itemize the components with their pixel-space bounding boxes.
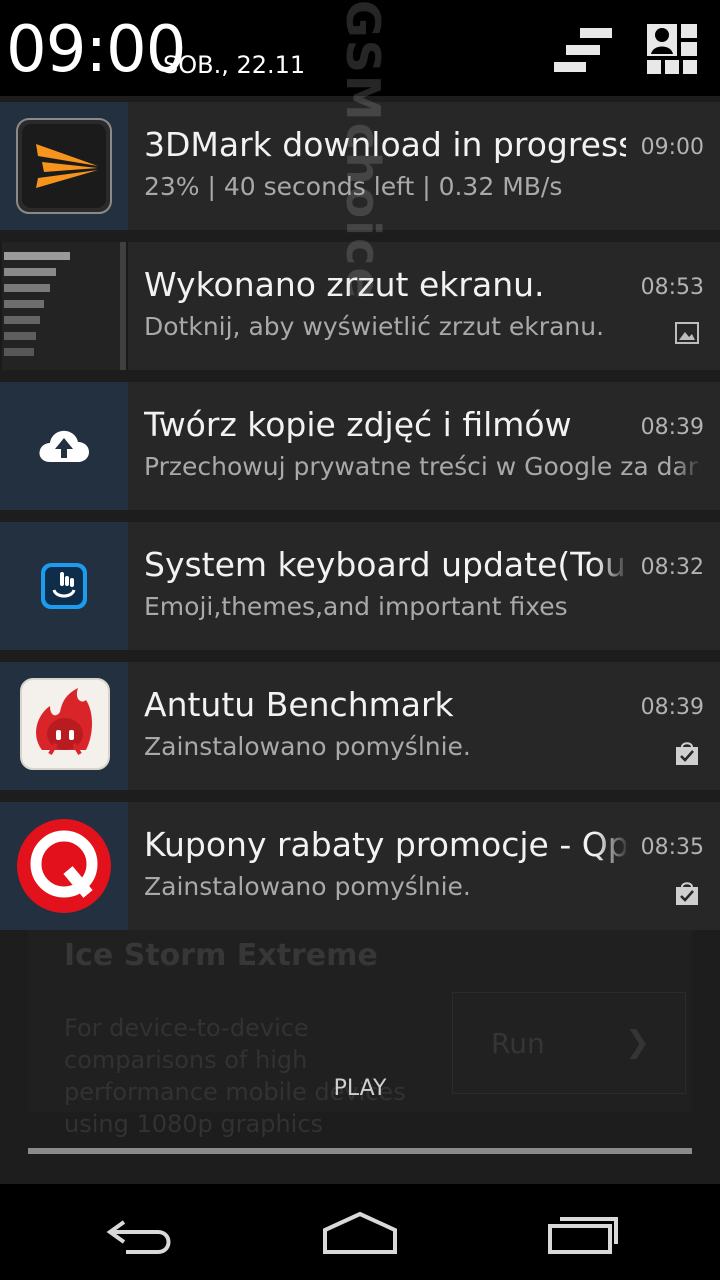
status-header: 09:00 SOB., 22.11: [0, 0, 720, 96]
background-run-label: Run: [491, 1027, 545, 1060]
notification-qpony[interactable]: Kupony rabaty promocje - Qpony Zainstalo…: [0, 802, 720, 930]
notification-keyboard-update[interactable]: System keyboard update(TouchPal) Emoji,t…: [0, 522, 720, 650]
notification-time: 08:53: [640, 275, 704, 300]
chevron-right-icon: ❯: [625, 1025, 651, 1060]
antutu-app-icon: [20, 678, 110, 774]
recent-apps-icon[interactable]: [528, 1206, 638, 1262]
quick-settings-grid-icon[interactable]: [645, 22, 705, 78]
notification-text: Zainstalowano pomyślnie.: [144, 872, 471, 901]
notification-text: Dotknij, aby wyświetlić zrzut ekranu.: [144, 312, 605, 341]
notification-title: Kupony rabaty promocje - Qpony: [144, 825, 626, 864]
notification-icon-area: [0, 802, 128, 930]
notification-icon-area: [0, 382, 128, 510]
notification-text: Zainstalowano pomyślnie.: [144, 732, 471, 761]
back-icon[interactable]: [92, 1206, 202, 1262]
touchpal-keyboard-icon: [40, 562, 88, 614]
text-fade: [674, 446, 704, 490]
clock: 09:00: [6, 13, 186, 87]
quick-settings-icon[interactable]: [552, 22, 612, 78]
title-fade: [596, 820, 630, 872]
notification-3dmark[interactable]: 3DMark download in progress 23% | 40 sec…: [0, 102, 720, 230]
notification-photo-backup[interactable]: Twórz kopie zdjęć i filmów Przechowuj pr…: [0, 382, 720, 510]
notification-time: 08:39: [640, 695, 704, 720]
notification-time: 08:32: [640, 555, 704, 580]
notification-title: Antutu Benchmark: [144, 685, 454, 724]
notification-time: 08:35: [640, 835, 704, 860]
background-test-title: Ice Storm Extreme: [64, 938, 378, 973]
title-fade: [596, 540, 630, 592]
notification-title: System keyboard update(TouchPal): [144, 545, 626, 584]
image-icon: [674, 320, 700, 346]
cloud-upload-icon: [38, 428, 90, 468]
notification-icon-area: [0, 522, 128, 650]
notification-title: Wykonano zrzut ekranu.: [144, 265, 545, 304]
navigation-bar: [0, 1184, 720, 1280]
notification-screenshot[interactable]: Wykonano zrzut ekranu. Dotknij, aby wyśw…: [0, 242, 720, 370]
shade-drag-handle[interactable]: [28, 1148, 692, 1154]
play-store-bag-icon: [674, 740, 700, 766]
notification-antutu[interactable]: Antutu Benchmark Zainstalowano pomyślnie…: [0, 662, 720, 790]
notification-list: 3DMark download in progress 23% | 40 sec…: [0, 102, 720, 942]
play-store-bag-icon: [674, 880, 700, 906]
date: SOB., 22.11: [163, 51, 306, 79]
notification-title: 3DMark download in progress: [144, 125, 626, 164]
qpony-app-icon: [16, 818, 112, 918]
3dmark-app-icon: [16, 118, 112, 218]
notification-icon-area: [0, 102, 128, 230]
notification-icon-area: [0, 662, 128, 790]
notification-text: 23% | 40 seconds left | 0.32 MB/s: [144, 172, 563, 201]
play-label: PLAY: [333, 1076, 387, 1101]
notification-title: Twórz kopie zdjęć i filmów: [144, 405, 572, 444]
home-icon[interactable]: [305, 1206, 415, 1262]
notification-time: 09:00: [640, 135, 704, 160]
notification-text: Przechowuj prywatne treści w Google za d…: [144, 452, 700, 481]
notification-time: 08:39: [640, 415, 704, 440]
screenshot-thumbnail: [0, 242, 128, 370]
notification-text: Emoji,themes,and important fixes: [144, 592, 568, 621]
